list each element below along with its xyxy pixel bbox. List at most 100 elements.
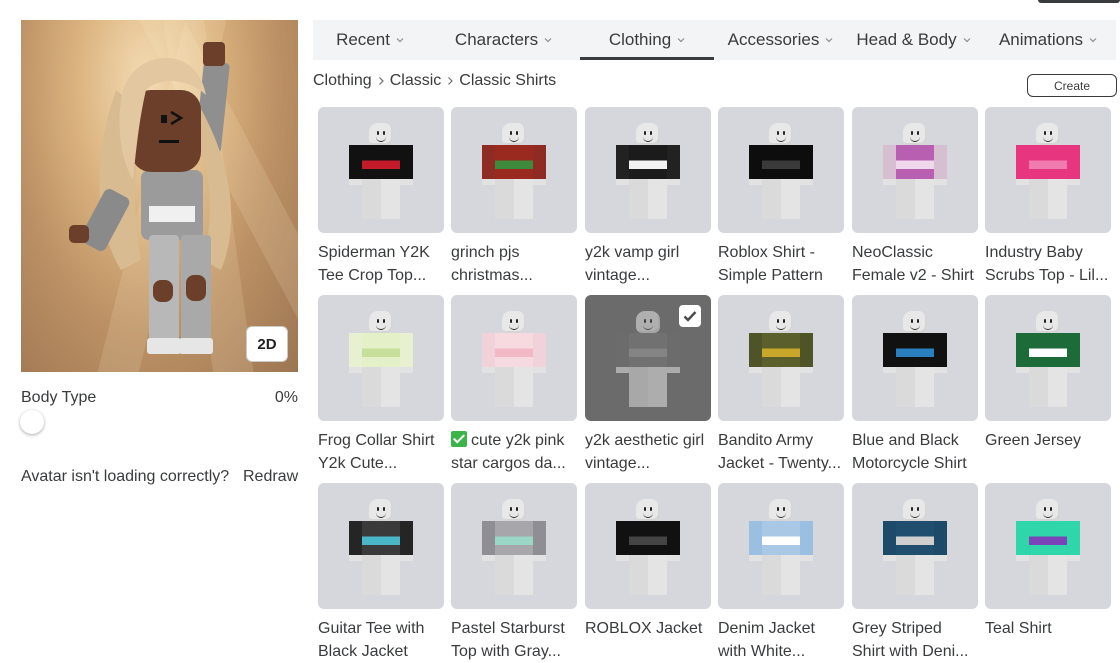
item-avatar-preview [1012,123,1084,223]
item-avatar-preview [1012,311,1084,411]
item-avatar-preview [345,123,417,223]
tab-clothing[interactable]: Clothing [580,20,714,60]
item-avatar-preview [478,499,550,599]
item-name[interactable]: Blue and Black Motorcycle Shirt [852,429,978,475]
item-name[interactable]: Frog Collar Shirt Y2k Cute... [318,429,444,475]
item-card[interactable]: cute y2k pink star cargos da... [451,295,577,475]
body-type-slider-track[interactable] [33,421,298,423]
item-thumbnail[interactable] [985,295,1111,421]
item-thumbnail[interactable] [985,483,1111,609]
green-check-emoji-icon [451,431,467,447]
item-name[interactable]: Grey Striped Shirt with Deni... [852,617,978,663]
item-avatar-preview [478,123,550,223]
item-name[interactable]: Guitar Tee with Black Jacket [318,617,444,663]
top-edge-accent [1038,0,1120,3]
item-card[interactable]: Spiderman Y2K Tee Crop Top... [318,107,444,287]
item-thumbnail[interactable] [451,483,577,609]
item-name[interactable]: grinch pjs christmas... [451,241,577,287]
item-card[interactable]: Green Jersey [985,295,1111,475]
breadcrumb-clothing[interactable]: Clothing [313,72,372,90]
item-thumbnail[interactable] [585,107,711,233]
item-thumbnail[interactable] [451,107,577,233]
chevron-down-icon [396,38,404,43]
item-card[interactable]: Blue and Black Motorcycle Shirt [852,295,978,475]
item-card[interactable]: Teal Shirt [985,483,1111,663]
item-thumbnail[interactable] [585,295,711,421]
item-name[interactable]: NeoClassic Female v2 - Shirt [852,241,978,287]
breadcrumb-classic[interactable]: Classic [390,72,442,90]
item-card[interactable]: Roblox Shirt - Simple Pattern [718,107,844,287]
view-2d-toggle-button[interactable]: 2D [246,326,288,362]
item-thumbnail[interactable] [852,295,978,421]
item-avatar-preview [345,311,417,411]
item-name[interactable]: Green Jersey [985,429,1111,475]
body-type-slider-knob[interactable] [20,410,44,434]
item-thumbnail[interactable] [718,295,844,421]
item-thumbnail[interactable] [451,295,577,421]
item-name[interactable]: cute y2k pink star cargos da... [451,429,577,475]
item-name[interactable]: Bandito Army Jacket - Twenty... [718,429,844,475]
redraw-link[interactable]: Redraw [243,468,298,486]
item-name-text: cute y2k pink star cargos da... [451,432,566,472]
item-card[interactable]: y2k vamp girl vintage... [585,107,711,287]
item-name[interactable]: y2k aesthetic girl vintage... [585,429,711,475]
breadcrumb-classic-shirts: Classic Shirts [459,72,557,89]
tab-recent[interactable]: Recent [313,20,427,60]
item-avatar-preview [612,123,684,223]
item-name[interactable]: Denim Jacket with White... [718,617,844,663]
item-thumbnail[interactable] [318,107,444,233]
item-thumbnail[interactable] [318,483,444,609]
chevron-down-icon [544,38,552,43]
tab-label: Accessories [727,30,820,49]
avatar-figure [69,42,232,354]
item-name[interactable]: Pastel Starburst Top with Gray... [451,617,577,663]
item-card[interactable]: Pastel Starburst Top with Gray... [451,483,577,663]
item-card[interactable]: grinch pjs christmas... [451,107,577,287]
item-thumbnail[interactable] [852,483,978,609]
item-name[interactable]: ROBLOX Jacket [585,617,711,663]
tab-label: Head & Body [856,30,957,49]
chevron-down-icon [963,38,971,43]
item-thumbnail[interactable] [318,295,444,421]
item-name[interactable]: Teal Shirt [985,617,1111,663]
item-card[interactable]: Guitar Tee with Black Jacket [318,483,444,663]
chevron-right-icon [448,77,454,85]
item-thumbnail[interactable] [852,107,978,233]
item-avatar-preview [612,499,684,599]
tab-accessories[interactable]: Accessories [714,20,847,60]
item-name[interactable]: y2k vamp girl vintage... [585,241,711,287]
body-type-label: Body Type [21,389,97,406]
item-thumbnail[interactable] [718,107,844,233]
item-card[interactable]: Grey Striped Shirt with Deni... [852,483,978,663]
item-card[interactable]: Denim Jacket with White... [718,483,844,663]
item-name[interactable]: Spiderman Y2K Tee Crop Top... [318,241,444,287]
chevron-down-icon [677,38,685,43]
tab-head-and-body[interactable]: Head & Body [847,20,980,60]
item-card[interactable]: Bandito Army Jacket - Twenty... [718,295,844,475]
item-card[interactable]: NeoClassic Female v2 - Shirt [852,107,978,287]
item-card[interactable]: y2k aesthetic girl vintage... [585,295,711,475]
tab-animations[interactable]: Animations [980,20,1116,60]
item-avatar-preview [879,311,951,411]
item-avatar-preview [745,311,817,411]
tab-label: Animations [998,30,1084,49]
tab-label: Clothing [608,30,672,49]
avatar-preview[interactable]: 2D [21,20,298,372]
item-avatar-preview [478,311,550,411]
item-card[interactable]: ROBLOX Jacket [585,483,711,663]
item-avatar-preview [345,499,417,599]
item-card[interactable]: Industry Baby Scrubs Top - Lil... [985,107,1111,287]
item-avatar-preview [612,311,684,411]
item-name[interactable]: Industry Baby Scrubs Top - Lil... [985,241,1111,287]
create-button[interactable]: Create [1027,74,1117,97]
item-card[interactable]: Frog Collar Shirt Y2k Cute... [318,295,444,475]
item-thumbnail[interactable] [718,483,844,609]
item-thumbnail[interactable] [985,107,1111,233]
category-tabs: Recent Characters Clothing Accessories H… [313,20,1116,60]
chevron-right-icon [378,77,384,85]
item-thumbnail[interactable] [585,483,711,609]
item-avatar-preview [745,499,817,599]
item-name[interactable]: Roblox Shirt - Simple Pattern [718,241,844,287]
tab-characters[interactable]: Characters [427,20,580,60]
body-type-value: 0% [274,389,298,406]
